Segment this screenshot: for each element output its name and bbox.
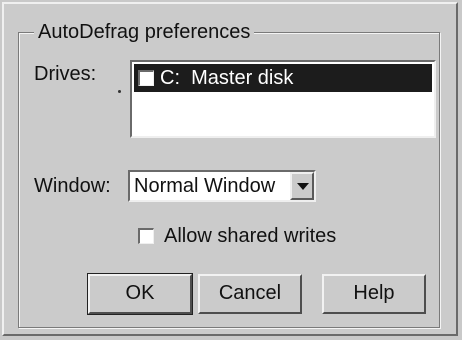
drives-list[interactable]: C: Master disk: [130, 60, 436, 138]
cancel-button[interactable]: Cancel: [198, 274, 302, 314]
drives-label: Drives:: [34, 63, 97, 85]
allow-shared-writes-checkbox[interactable]: [138, 228, 154, 244]
drive-label: C: Master disk: [160, 67, 294, 89]
window-label: Window:: [34, 175, 111, 197]
help-button[interactable]: Help: [322, 274, 426, 314]
focus-dot: [118, 90, 121, 93]
window-select[interactable]: Normal Window: [128, 170, 316, 202]
allow-shared-writes-option[interactable]: Allow shared writes: [138, 224, 336, 248]
window-select-value: Normal Window: [134, 175, 276, 197]
group-title: AutoDefrag preferences: [34, 20, 255, 44]
autodefrag-preferences-dialog: AutoDefrag preferences Drives: C: Master…: [2, 2, 458, 336]
allow-shared-writes-label: Allow shared writes: [164, 225, 337, 247]
drive-list-item[interactable]: C: Master disk: [134, 64, 432, 92]
ok-button[interactable]: OK: [87, 273, 193, 315]
drive-checkbox[interactable]: [138, 70, 154, 86]
chevron-down-icon[interactable]: [290, 172, 314, 200]
